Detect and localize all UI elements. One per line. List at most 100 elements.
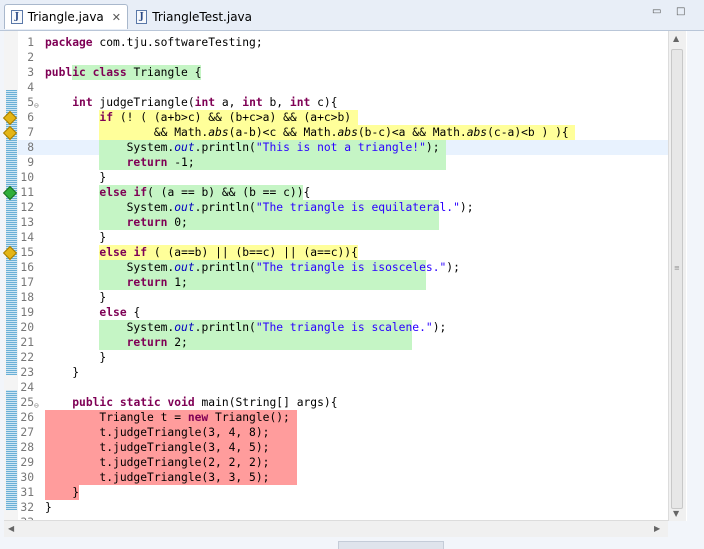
line-number: 23 — [20, 366, 34, 379]
code-text: } — [45, 351, 107, 364]
line-number: 15 — [20, 246, 34, 259]
code-text: } — [45, 171, 107, 184]
code-text: t.judgeTriangle(2, 2, 2); — [45, 456, 270, 469]
line-number: 27 — [20, 426, 34, 439]
code-line[interactable]: 30 t.judgeTriangle(3, 3, 5); — [18, 470, 668, 485]
scroll-right-icon[interactable]: ▶ — [654, 524, 660, 533]
code-text: else if ( (a==b) || (b==c) || (a==c)){ — [99, 246, 358, 259]
code-line[interactable]: 26 Triangle t = new Triangle(); — [18, 410, 668, 425]
line-number: 18 — [20, 291, 34, 304]
code-text: public static void main(String[] args){ — [72, 396, 338, 409]
code-line[interactable]: 18 } — [18, 290, 668, 305]
code-line[interactable]: 22 } — [18, 350, 668, 365]
line-number: 14 — [20, 231, 34, 244]
code-line[interactable]: 31 } — [18, 485, 668, 500]
line-number: 11 — [20, 186, 34, 199]
java-file-icon: J — [11, 10, 23, 24]
code-line[interactable]: 10 } — [18, 170, 668, 185]
scroll-up-icon[interactable]: ▲ — [673, 34, 679, 43]
line-number: 25 — [20, 396, 34, 409]
code-line[interactable]: 6 if (! ( (a+b>c) && (b+c>a) && (a+c>b) — [18, 110, 668, 125]
code-text: package com.tju.softwareTesting; — [45, 36, 263, 49]
editor-tab-bar: J Triangle.java ✕ J TriangleTest.java ▭ … — [0, 0, 704, 31]
code-line[interactable]: 1 package com.tju.softwareTesting; — [18, 35, 668, 50]
code-line[interactable]: 3 public class Triangle { — [18, 65, 668, 80]
line-number: 26 — [20, 411, 34, 424]
line-number: 29 — [20, 456, 34, 469]
code-text: t.judgeTriangle(3, 3, 5); — [45, 471, 270, 484]
code-line[interactable]: 12 System.out.println("The triangle is e… — [18, 200, 668, 215]
line-number: 12 — [20, 201, 34, 214]
code-line[interactable]: 13 return 0; — [18, 215, 668, 230]
line-number: 1 — [27, 36, 34, 49]
tab-triangle-java[interactable]: J Triangle.java ✕ — [4, 4, 128, 29]
line-number: 10 — [20, 171, 34, 184]
code-text: return 0; — [126, 216, 188, 229]
scrollbar-thumb[interactable] — [671, 49, 683, 509]
code-text: } — [45, 231, 107, 244]
code-text: return -1; — [126, 156, 195, 169]
code-line[interactable]: 4 — [18, 80, 668, 95]
code-line[interactable]: 25 ⊖ public static void main(String[] arg… — [18, 395, 668, 410]
line-number: 6 — [27, 111, 34, 124]
code-line[interactable]: 17 return 1; — [18, 275, 668, 290]
code-text: else { — [99, 306, 141, 319]
code-line[interactable]: 11 else if( (a == b) && (b == c)){ — [18, 185, 668, 200]
code-line[interactable]: 16 System.out.println("The triangle is i… — [18, 260, 668, 275]
scroll-left-icon[interactable]: ◀ — [8, 524, 14, 533]
code-text: } — [45, 486, 80, 499]
tab-label: TriangleTest.java — [152, 9, 252, 24]
code-text: } — [45, 291, 107, 304]
line-number: 8 — [27, 141, 34, 154]
line-number: 9 — [27, 156, 34, 169]
code-text: && Math.abs(a-b)<c && Math.abs(b-c)<a &&… — [45, 126, 569, 139]
code-text: } — [45, 366, 80, 379]
code-line[interactable]: 2 — [18, 50, 668, 65]
line-number: 31 — [20, 486, 34, 499]
vertical-scrollbar[interactable]: ▲ ≡ ▼ — [668, 31, 686, 521]
horizontal-scrollbar[interactable]: ◀ ▶ — [4, 520, 668, 537]
tab-triangletest-java[interactable]: J TriangleTest.java — [130, 4, 258, 29]
line-number: 19 — [20, 306, 34, 319]
minimize-icon[interactable]: ▭ — [652, 6, 664, 18]
code-line[interactable]: 5 ⊖ int judgeTriangle(int a, int b, int c… — [18, 95, 668, 110]
grip-icon: ≡ — [674, 264, 680, 272]
code-text: int judgeTriangle(int a, int b, int c){ — [72, 96, 338, 109]
code-line[interactable]: 29 t.judgeTriangle(2, 2, 2); — [18, 455, 668, 470]
line-number: 2 — [27, 51, 34, 64]
java-file-icon: J — [136, 9, 148, 24]
code-line[interactable]: 8 System.out.println("This is not a tria… — [18, 140, 668, 155]
tab-label: Triangle.java — [27, 10, 104, 24]
code-line[interactable]: 14 } — [18, 230, 668, 245]
code-line[interactable]: 15 else if ( (a==b) || (b==c) || (a==c))… — [18, 245, 668, 260]
code-line[interactable]: 7 && Math.abs(a-b)<c && Math.abs(b-c)<a … — [18, 125, 668, 140]
line-number: 28 — [20, 441, 34, 454]
code-line[interactable]: 27 t.judgeTriangle(3, 4, 8); — [18, 425, 668, 440]
code-line[interactable]: 21 return 2; — [18, 335, 668, 350]
code-text: System.out.println("The triangle is equi… — [45, 201, 474, 214]
maximize-icon[interactable]: □ — [676, 6, 688, 18]
code-text: if (! ( (a+b>c) && (b+c>a) && (a+c>b) — [99, 111, 352, 124]
line-number: 32 — [20, 501, 34, 514]
code-line[interactable]: 32} — [18, 500, 668, 515]
code-line[interactable]: 9 return -1; — [18, 155, 668, 170]
code-text: public class Triangle { — [45, 66, 202, 79]
code-line[interactable]: 19 else { — [18, 305, 668, 320]
line-number: 5 — [27, 96, 34, 109]
coverage-ruler — [6, 390, 17, 510]
line-number: 16 — [20, 261, 34, 274]
code-line[interactable]: 24 — [18, 380, 668, 395]
code-line[interactable]: 28 t.judgeTriangle(3, 4, 5); — [18, 440, 668, 455]
line-number: 21 — [20, 336, 34, 349]
code-text: Triangle t = new Triangle(); — [45, 411, 290, 424]
line-number: 4 — [27, 81, 34, 94]
code-text: System.out.println("The triangle is isos… — [45, 261, 460, 274]
close-icon[interactable]: ✕ — [112, 11, 121, 24]
code-line[interactable]: 23 } — [18, 365, 668, 380]
code-line[interactable]: 20 System.out.println("The triangle is s… — [18, 320, 668, 335]
line-number: 20 — [20, 321, 34, 334]
code-text: System.out.println("This is not a triang… — [45, 141, 440, 154]
line-number: 17 — [20, 276, 34, 289]
scroll-down-icon[interactable]: ▼ — [673, 509, 679, 518]
line-number: 30 — [20, 471, 34, 484]
